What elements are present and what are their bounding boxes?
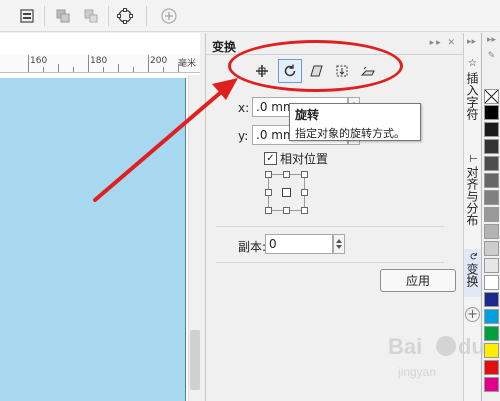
color-swatch[interactable]: [484, 139, 499, 154]
group-icon[interactable]: [52, 5, 74, 27]
anchor-point-grid: [265, 171, 311, 217]
color-swatch[interactable]: [484, 224, 499, 239]
color-swatch[interactable]: [484, 190, 499, 205]
palette-collapse-icon[interactable]: ▸▸: [484, 35, 499, 49]
anchor-bottom-right[interactable]: [301, 207, 308, 214]
color-swatch[interactable]: [484, 122, 499, 137]
no-color-swatch[interactable]: [484, 89, 499, 104]
add-icon[interactable]: [158, 5, 180, 27]
ruler-number: 160: [30, 56, 48, 66]
tab-align-distribute[interactable]: ⊥ 对齐与分布: [464, 151, 481, 247]
star-icon: ☆: [467, 58, 478, 69]
anchor-bottom-left[interactable]: [265, 207, 272, 214]
x-label: x:: [238, 101, 250, 115]
copies-spinner[interactable]: [333, 234, 345, 254]
relative-position-row[interactable]: ✓ 相对位置: [264, 150, 328, 166]
tab-transform[interactable]: ↻ 变换: [464, 249, 481, 297]
anchor-top-left[interactable]: [265, 171, 272, 178]
color-swatch[interactable]: [484, 309, 499, 324]
highlight-ellipse: [228, 40, 403, 92]
anchor-middle-right[interactable]: [301, 189, 308, 196]
anchor-bottom-center[interactable]: [283, 207, 290, 214]
toolbar-divider: [44, 6, 45, 26]
drawing-canvas[interactable]: 160 180 200 毫米: [0, 33, 200, 401]
color-swatch[interactable]: [484, 258, 499, 273]
eyedropper-icon[interactable]: ✎: [484, 51, 499, 65]
svg-text:Bai: Bai: [388, 334, 422, 359]
scrollbar-thumb[interactable]: [190, 330, 200, 390]
toolbar-divider: [108, 6, 109, 26]
anchor-middle-left[interactable]: [265, 189, 272, 196]
docker-collapse-controls[interactable]: ▸▸ ✕: [430, 38, 457, 48]
top-toolbar: [0, 0, 500, 32]
horizontal-ruler: 160 180 200 毫米: [0, 55, 200, 73]
tab-label: 对齐与分布: [465, 165, 479, 226]
color-swatch[interactable]: [484, 292, 499, 307]
add-docker-icon[interactable]: +: [465, 307, 480, 322]
svg-text:jingyan: jingyan: [397, 365, 436, 379]
color-swatch[interactable]: [484, 275, 499, 290]
toolbar-divider: [146, 6, 147, 26]
tooltip-title: 旋转: [295, 108, 320, 122]
color-swatch[interactable]: [484, 105, 499, 120]
ruler-number: 180: [90, 56, 108, 66]
tooltip-description: 指定对象的旋转方式。: [295, 127, 405, 140]
svg-text:du: du: [458, 334, 485, 359]
color-swatch[interactable]: [484, 241, 499, 256]
ruler-unit: 毫米: [178, 59, 197, 69]
convert-to-curves-icon[interactable]: [114, 5, 136, 27]
page-area[interactable]: [0, 78, 186, 401]
rotate-tooltip: 旋转 指定对象的旋转方式。: [289, 103, 421, 141]
copies-label: 副本:: [238, 240, 267, 254]
tab-label: 插入字符: [465, 72, 479, 120]
watermark-logo: Bai du jingyan: [388, 334, 485, 379]
color-swatch[interactable]: [484, 156, 499, 171]
ungroup-icon[interactable]: [80, 5, 102, 27]
tabs-collapse-icon[interactable]: ▸▸: [467, 37, 476, 47]
docker-title: 变换: [212, 40, 237, 54]
anchor-center[interactable]: [282, 188, 291, 197]
ruler-number: 200: [150, 56, 168, 66]
apply-button[interactable]: 应用: [380, 269, 456, 292]
tab-insert-character[interactable]: ☆ 插入字符: [464, 55, 481, 159]
copies-field[interactable]: 0: [265, 234, 333, 254]
transform-icon: ↻: [467, 252, 478, 261]
align-icon: ⊥: [467, 154, 478, 163]
y-label: y:: [238, 129, 249, 143]
relative-position-checkbox[interactable]: ✓: [264, 151, 277, 165]
divider: [216, 226, 444, 227]
color-swatch[interactable]: [484, 173, 499, 188]
color-swatch[interactable]: [484, 207, 499, 222]
anchor-top-right[interactable]: [301, 171, 308, 178]
relative-position-label: 相对位置: [280, 151, 329, 166]
divider: [216, 262, 444, 263]
vertical-scrollbar[interactable]: [188, 75, 200, 401]
page-layout-icon[interactable]: [16, 5, 38, 27]
anchor-top-center[interactable]: [283, 171, 290, 178]
tab-label: 变换: [465, 263, 479, 288]
